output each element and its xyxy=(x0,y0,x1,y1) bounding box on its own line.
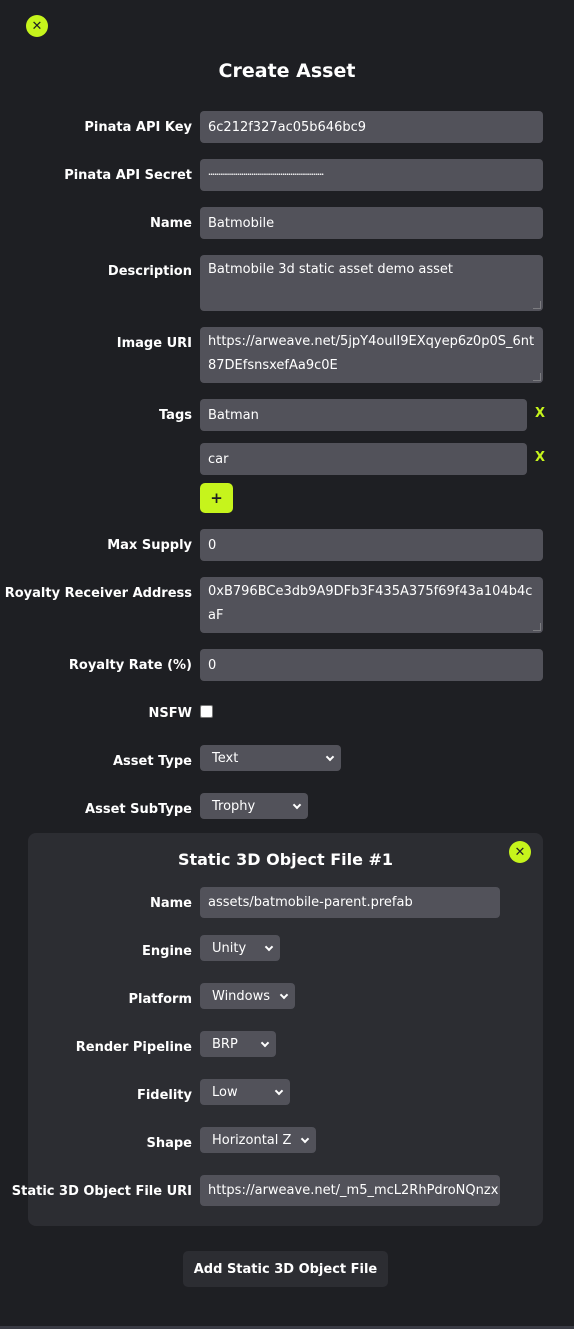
render-pipeline-select[interactable]: BRP xyxy=(200,1031,276,1057)
tags-label: Tags xyxy=(158,408,192,423)
image-uri-label: Image URI xyxy=(116,336,192,351)
chevron-down-icon xyxy=(300,1134,310,1143)
name-input[interactable]: Batmobile xyxy=(200,207,543,239)
shape-label: Shape xyxy=(146,1136,192,1151)
file-uri-input[interactable]: https://arweave.net/_m5_mcL2RhPdroNQnzx xyxy=(200,1175,500,1206)
description-textarea[interactable]: Batmobile 3d static asset demo asset xyxy=(200,255,543,311)
chevron-down-icon xyxy=(279,990,289,999)
remove-tag-button[interactable]: X xyxy=(535,406,545,421)
royalty-receiver-value: 0xB796BCe3db9A9DFb3F435A375f69f43a104b4c… xyxy=(208,584,533,623)
tag-input[interactable]: car xyxy=(200,443,527,475)
engine-value: Unity xyxy=(212,940,247,956)
nsfw-checkbox[interactable] xyxy=(200,705,213,718)
render-pipeline-label: Render Pipeline xyxy=(75,1040,192,1055)
resize-handle-icon[interactable] xyxy=(533,373,541,381)
tag-input[interactable]: Batman xyxy=(200,399,527,431)
shape-select[interactable]: Horizontal Z xyxy=(200,1127,316,1153)
max-supply-input[interactable]: 0 xyxy=(200,529,543,561)
static-name-input[interactable]: assets/batmobile-parent.prefab xyxy=(200,887,500,918)
platform-value: Windows xyxy=(212,988,271,1004)
asset-type-value: Text xyxy=(212,750,239,766)
pinata-api-secret-label: Pinata API Secret xyxy=(64,168,192,183)
platform-label: Platform xyxy=(128,992,192,1007)
page-title: Create Asset xyxy=(218,60,356,82)
resize-handle-icon[interactable] xyxy=(533,301,541,309)
close-icon[interactable]: ✕ xyxy=(26,15,48,37)
add-static-3d-file-button[interactable]: Add Static 3D Object File xyxy=(183,1251,388,1287)
add-tag-button[interactable]: + xyxy=(200,483,233,513)
asset-type-label: Asset Type xyxy=(112,754,192,769)
image-uri-textarea[interactable]: https://arweave.net/5jpY4ouII9EXqyep6z0p… xyxy=(200,327,543,383)
royalty-receiver-textarea[interactable]: 0xB796BCe3db9A9DFb3F435A375f69f43a104b4c… xyxy=(200,577,543,633)
resize-handle-icon[interactable] xyxy=(533,623,541,631)
file-uri-label: Static 3D Object File URI xyxy=(11,1184,192,1199)
description-value: Batmobile 3d static asset demo asset xyxy=(208,262,454,277)
royalty-rate-input[interactable]: 0 xyxy=(200,649,543,681)
chevron-down-icon xyxy=(264,942,274,951)
chevron-down-icon xyxy=(325,752,335,761)
pinata-api-secret-value: ••••••••••••••••••••••••••••••••••••••••… xyxy=(208,172,324,178)
platform-select[interactable]: Windows xyxy=(200,983,295,1009)
royalty-rate-label: Royalty Rate (%) xyxy=(68,658,192,673)
asset-subtype-value: Trophy xyxy=(212,798,256,814)
asset-type-select[interactable]: Text xyxy=(200,745,341,771)
pinata-api-secret-input[interactable]: ••••••••••••••••••••••••••••••••••••••••… xyxy=(200,159,543,191)
description-label: Description xyxy=(107,264,192,279)
pinata-api-key-input[interactable]: 6c212f327ac05b646bc9 xyxy=(200,111,543,143)
name-label: Name xyxy=(149,216,192,231)
chevron-down-icon xyxy=(260,1038,270,1047)
image-uri-value: https://arweave.net/5jpY4ouII9EXqyep6z0p… xyxy=(208,334,535,373)
royalty-receiver-label: Royalty Receiver Address xyxy=(4,586,192,601)
max-supply-label: Max Supply xyxy=(107,538,192,553)
remove-tag-button[interactable]: X xyxy=(535,450,545,465)
fidelity-select[interactable]: Low xyxy=(200,1079,290,1105)
static-3d-file-title: Static 3D Object File #1 xyxy=(177,850,394,869)
shape-value: Horizontal Z xyxy=(212,1132,292,1148)
close-icon[interactable]: ✕ xyxy=(509,841,531,863)
render-pipeline-value: BRP xyxy=(212,1036,238,1052)
fidelity-label: Fidelity xyxy=(136,1088,192,1103)
asset-subtype-label: Asset SubType xyxy=(85,802,192,817)
asset-subtype-select[interactable]: Trophy xyxy=(200,793,308,819)
static-name-label: Name xyxy=(149,896,192,911)
engine-select[interactable]: Unity xyxy=(200,935,280,961)
chevron-down-icon xyxy=(274,1086,284,1095)
fidelity-value: Low xyxy=(212,1084,238,1100)
pinata-api-key-label: Pinata API Key xyxy=(84,120,192,135)
nsfw-label: NSFW xyxy=(148,706,192,721)
engine-label: Engine xyxy=(142,944,192,959)
chevron-down-icon xyxy=(292,800,302,809)
